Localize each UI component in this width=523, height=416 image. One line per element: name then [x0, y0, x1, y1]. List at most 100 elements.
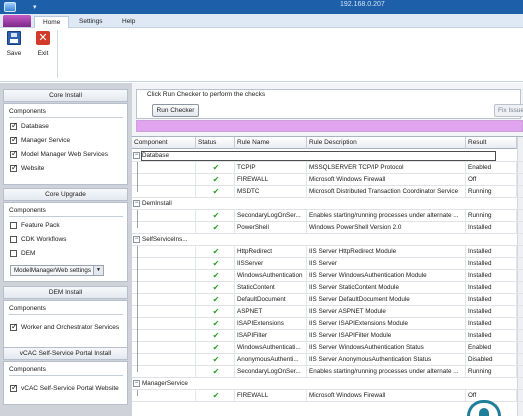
table-row[interactable]: ✔ IISServer IIS Server Installed	[132, 258, 523, 270]
checkbox-label: vCAC Self-Service Portal Website	[21, 385, 119, 392]
tab-home[interactable]: Home	[34, 16, 70, 28]
table-row[interactable]: ✔ WindowsAuthentication IIS Server Windows…	[132, 270, 523, 282]
column-header-rule-description[interactable]: Rule Description	[307, 137, 466, 149]
collapse-toggle-icon[interactable]: −	[133, 379, 140, 387]
checkbox-box[interactable]	[10, 383, 18, 392]
checkbox-database[interactable]: Database	[10, 121, 49, 132]
status-check-icon: ✔	[196, 270, 235, 282]
core-install-header[interactable]: Core Install	[3, 89, 128, 102]
checkbox-feature-pack[interactable]: Feature Pack	[10, 221, 60, 231]
rule-name-cell: WindowsAuthentication	[235, 270, 307, 282]
quick-access-dropdown-icon[interactable]: ▾	[33, 3, 37, 11]
rule-name-cell: HttpRedirect	[235, 246, 307, 258]
dem-install-header[interactable]: DEM Install	[3, 286, 128, 299]
collapse-toggle-icon[interactable]: −	[133, 235, 140, 243]
divider	[9, 375, 123, 376]
checkbox-label: Worker and Orchestrator Services	[21, 324, 120, 331]
column-header-rule-name[interactable]: Rule Name	[235, 137, 307, 149]
checkbox-portal-website[interactable]: vCAC Self-Service Portal Website	[10, 383, 119, 394]
rule-description-cell: IIS Server ISAPIFilter Module	[307, 330, 466, 342]
collapse-toggle-icon[interactable]: −	[133, 151, 140, 159]
checkbox-box[interactable]	[10, 221, 17, 229]
table-row[interactable]: ✔ ISAPIFilter IIS Server ISAPIFilter Modul…	[132, 330, 523, 342]
table-row[interactable]: ✔ MSDTC Microsoft Distributed Transaction …	[132, 186, 523, 198]
table-row[interactable]: ✔ DefaultDocument IIS Server DefaultDocume…	[132, 294, 523, 306]
tree-connector-line	[137, 210, 138, 228]
rule-name-cell: ISAPIFilter	[235, 330, 307, 342]
rule-description-cell: IIS Server HttpRedirect Module	[307, 246, 466, 258]
table-row[interactable]: ✔ SecondaryLogOnSer... Enables starting/ru…	[132, 210, 523, 222]
tab-settings[interactable]: Settings	[71, 16, 111, 28]
save-button[interactable]: Save	[2, 31, 26, 63]
group-row[interactable]: − DemInstall	[132, 198, 523, 210]
chevron-down-icon[interactable]: ▼	[93, 266, 103, 275]
rule-name-cell: SecondaryLogOnSer...	[235, 366, 307, 378]
column-header-component[interactable]: Component	[132, 137, 196, 149]
table-row[interactable]: ✔ FIREWALL Microsoft Windows Firewall Off	[132, 390, 523, 402]
group-label: − DemInstall	[132, 198, 172, 210]
checkbox-label: Website	[21, 165, 45, 172]
core-upgrade-header[interactable]: Core Upgrade	[3, 188, 128, 201]
table-row[interactable]: ✔ ISAPIExtensions IIS Server ISAPIExtensio…	[132, 318, 523, 330]
rule-name-cell: AnonymousAuthenti...	[235, 354, 307, 366]
group-row[interactable]: − Database	[132, 150, 523, 162]
component-cell	[132, 222, 196, 234]
result-cell: Installed	[466, 246, 517, 258]
rule-description-cell: IIS Server StaticContent Module	[307, 282, 466, 294]
group-row[interactable]: − ManagerService	[132, 378, 523, 390]
status-check-icon: ✔	[196, 210, 235, 222]
table-row[interactable]: ✔ PowerShell Windows PowerShell Version 2.…	[132, 222, 523, 234]
table-row[interactable]: ✔ SecondaryLogOnSer... Enables starting/ru…	[132, 366, 523, 378]
checkbox-manager-service[interactable]: Manager Service	[10, 135, 70, 146]
group-label: − SelfServiceIns...	[132, 234, 188, 246]
dropdown-value: ModelManagerWeb settings	[14, 267, 91, 274]
checkbox-worker-orchestrator[interactable]: Worker and Orchestrator Services	[10, 322, 120, 333]
exit-button[interactable]: ✕ Exit	[31, 31, 55, 63]
rule-description-cell: Windows PowerShell Version 2.0	[307, 222, 466, 234]
tab-help[interactable]: Help	[114, 16, 143, 28]
component-cell	[132, 354, 196, 366]
rule-description-cell: IIS Server WindowsAuthentication Status	[307, 342, 466, 354]
table-row[interactable]: ✔ AnonymousAuthenti... IIS Server Anonymou…	[132, 354, 523, 366]
column-header-status[interactable]: Status	[196, 137, 235, 149]
checkbox-model-manager-web-services[interactable]: Model Manager Web Services	[10, 149, 108, 160]
checkbox-cdk-workflows[interactable]: CDK Workflows	[10, 235, 66, 245]
checkbox-box[interactable]	[10, 235, 17, 243]
table-row[interactable]: ✔ FIREWALL Microsoft Windows Firewall Off	[132, 174, 523, 186]
core-install-group: Components Database Manager Service Mode…	[3, 103, 128, 185]
component-cell	[132, 342, 196, 354]
table-row[interactable]: ✔ StaticContent IIS Server StaticContent M…	[132, 282, 523, 294]
checkbox-box[interactable]	[10, 149, 18, 158]
component-cell	[132, 366, 196, 378]
application-menu-button[interactable]	[3, 15, 31, 27]
exit-label: Exit	[37, 50, 49, 57]
selected-group-outline	[141, 151, 496, 161]
checkbox-website[interactable]: Website	[10, 163, 45, 174]
checkbox-dem[interactable]: DEM	[10, 249, 35, 259]
core-upgrade-group: Components Feature Pack CDK Workflows DE…	[3, 202, 128, 282]
app-icon[interactable]	[4, 2, 16, 12]
table-row[interactable]: ✔ HttpRedirect IIS Server HttpRedirect Mod…	[132, 246, 523, 258]
collapse-toggle-icon[interactable]: −	[133, 199, 140, 207]
settings-dropdown[interactable]: ModelManagerWeb settings ▼	[10, 265, 104, 276]
checkbox-label: DEM	[21, 250, 36, 257]
column-header-result[interactable]: Result	[466, 137, 517, 149]
fix-issue-button[interactable]: Fix Issue	[494, 104, 523, 117]
checkbox-box[interactable]	[10, 322, 18, 331]
run-checker-fieldset: Click Run Checker to perform the checks …	[136, 89, 523, 119]
checkbox-box[interactable]	[10, 249, 17, 257]
checkbox-box[interactable]	[10, 163, 18, 172]
table-row[interactable]: ✔ ASPNET IIS Server ASPNET Module Installed	[132, 306, 523, 318]
component-cell	[132, 390, 196, 402]
save-icon	[7, 31, 21, 45]
table-row[interactable]: ✔ TCPIP MSSQLSERVER TCP/IP Protocol Enabled	[132, 162, 523, 174]
status-check-icon: ✔	[196, 246, 235, 258]
table-row[interactable]: ✔ WindowsAuthenticati... IIS Server Window…	[132, 342, 523, 354]
checkbox-box[interactable]	[10, 135, 18, 144]
rule-description-cell: IIS Server WindowsAuthentication Module	[307, 270, 466, 282]
result-cell: Enabled	[466, 162, 517, 174]
group-row[interactable]: − SelfServiceIns...	[132, 234, 523, 246]
run-checker-button[interactable]: Run Checker	[152, 104, 199, 117]
checkbox-box[interactable]	[10, 121, 18, 130]
portal-install-header[interactable]: vCAC Self-Service Portal Install	[3, 347, 128, 360]
